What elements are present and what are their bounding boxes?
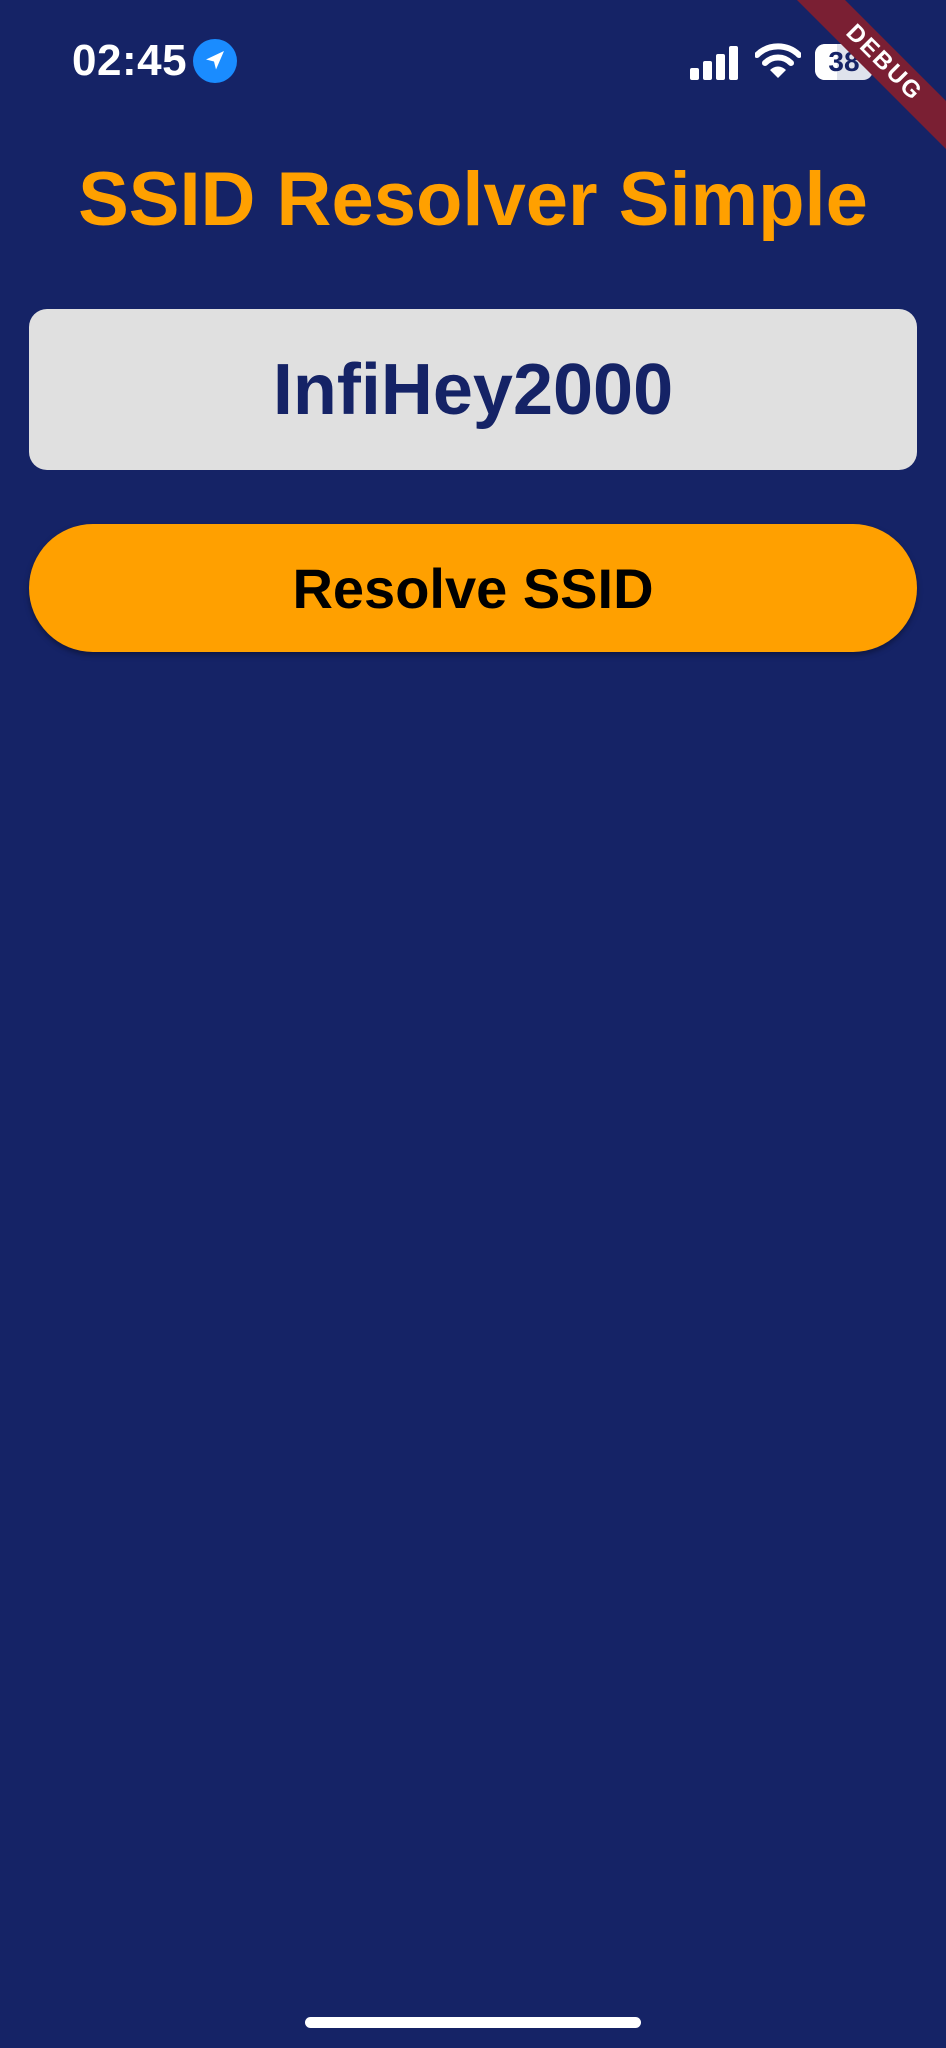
ssid-value: InfiHey2000 bbox=[272, 349, 674, 430]
wifi-icon bbox=[754, 42, 802, 80]
ssid-display: InfiHey2000 bbox=[29, 309, 917, 470]
home-indicator[interactable] bbox=[305, 2017, 641, 2028]
location-arrow-icon bbox=[193, 39, 237, 83]
status-time: 02:45 bbox=[72, 36, 188, 85]
resolve-ssid-button[interactable]: Resolve SSID bbox=[29, 524, 917, 652]
page-title: SSID Resolver Simple bbox=[78, 157, 868, 242]
cellular-signal-icon bbox=[690, 46, 740, 80]
status-bar: 02:45 38 bbox=[0, 0, 946, 130]
